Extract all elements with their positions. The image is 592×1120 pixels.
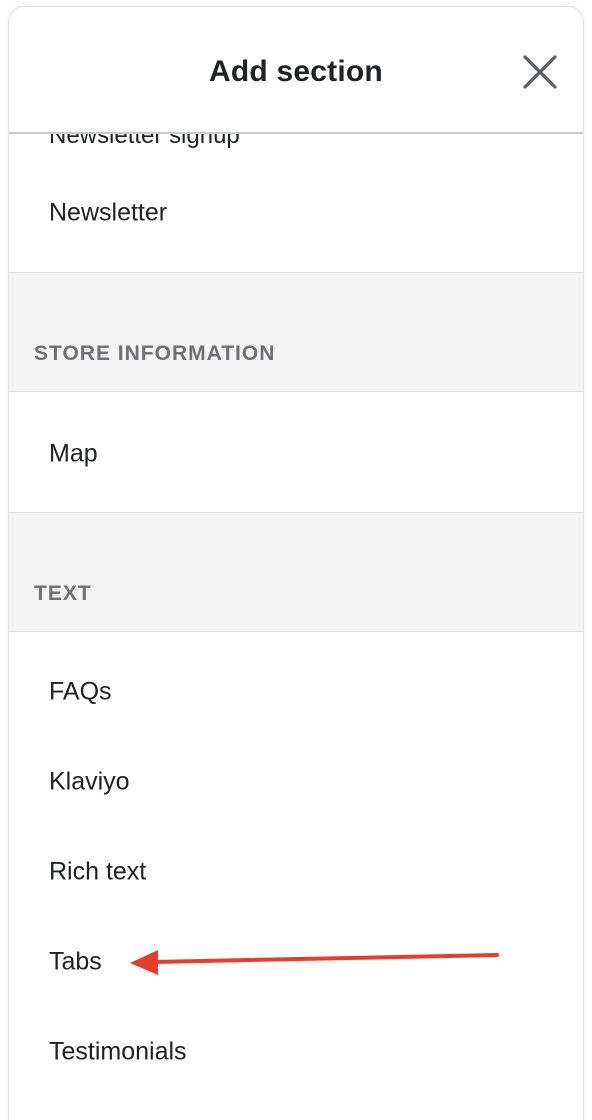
list-item-newsletter[interactable]: Newsletter xyxy=(9,167,583,273)
group-heading: TEXT xyxy=(34,582,92,605)
list-item-label: Map xyxy=(49,439,98,468)
list-item-label: Rich text xyxy=(49,857,147,886)
list-item-label: Tabs xyxy=(49,947,102,976)
list-item-label: Klaviyo xyxy=(49,767,130,796)
section-list[interactable]: Newsletter signup Newsletter STORE INFOR… xyxy=(9,7,583,1120)
list-item-label: Testimonials xyxy=(49,1037,187,1066)
list-item-rich-text[interactable]: Rich text xyxy=(9,827,583,917)
add-section-panel: Newsletter signup Newsletter STORE INFOR… xyxy=(8,6,584,1120)
close-icon xyxy=(523,55,557,89)
list-item-testimonials[interactable]: Testimonials xyxy=(9,1007,583,1097)
list-item-map[interactable]: Map xyxy=(9,392,583,513)
panel-header: Add section xyxy=(9,7,583,134)
page-title: Add section xyxy=(209,55,383,88)
group-header-store-information: STORE INFORMATION xyxy=(9,273,583,392)
list-item-tabs[interactable]: Tabs xyxy=(9,917,583,1007)
group-heading: STORE INFORMATION xyxy=(34,342,276,365)
group-header-text: TEXT xyxy=(9,513,583,632)
close-button[interactable] xyxy=(523,55,557,89)
list-item-klaviyo[interactable]: Klaviyo xyxy=(9,737,583,827)
list-item-label: Newsletter xyxy=(49,198,168,227)
list-item-label: FAQs xyxy=(49,677,112,706)
list-item-faqs[interactable]: FAQs xyxy=(9,647,583,737)
